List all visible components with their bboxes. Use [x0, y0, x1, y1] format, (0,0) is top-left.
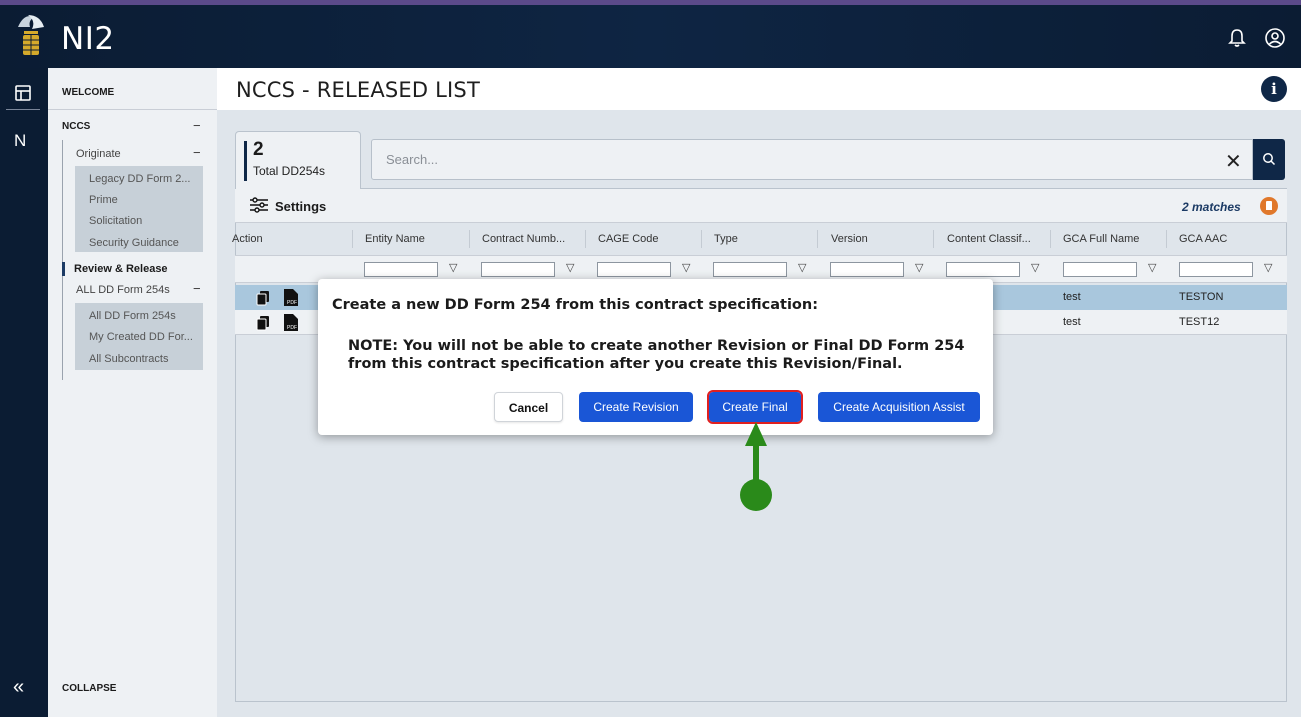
col-version[interactable]: Version	[831, 233, 868, 245]
match-count: 2 matches	[1182, 200, 1241, 214]
copy-icon[interactable]	[255, 290, 271, 306]
search-icon	[1263, 153, 1276, 166]
dialog-note: NOTE: You will not be able to create ano…	[348, 338, 965, 372]
funnel-icon[interactable]: ▽	[915, 261, 923, 274]
col-gca-full-name[interactable]: GCA Full Name	[1063, 233, 1139, 245]
settings-button[interactable]: Settings	[275, 199, 326, 214]
filter-content-classification[interactable]	[946, 262, 1020, 277]
svg-text:PDF: PDF	[287, 325, 297, 331]
sidebar-item-my-created[interactable]: My Created DD For...	[89, 331, 193, 343]
cancel-button[interactable]: Cancel	[494, 392, 563, 422]
sidebar-item-security-guidance[interactable]: Security Guidance	[89, 237, 179, 249]
sidebar-tree-line	[62, 140, 63, 380]
svg-text:PDF: PDF	[287, 300, 297, 306]
sidebar-item-legacy[interactable]: Legacy DD Form 2...	[89, 173, 190, 185]
nccs-nav-icon[interactable]: N	[14, 131, 26, 151]
copy-icon[interactable]	[255, 315, 271, 331]
funnel-icon[interactable]: ▽	[682, 261, 690, 274]
col-divider	[701, 230, 702, 248]
annotation-arrow-icon	[740, 422, 772, 511]
filter-gca-full-name[interactable]	[1063, 262, 1137, 277]
pdf-icon[interactable]: PDF	[283, 288, 299, 307]
close-icon[interactable]: ✕	[1225, 149, 1242, 174]
col-divider	[1050, 230, 1051, 248]
active-indicator	[62, 262, 65, 276]
col-divider	[469, 230, 470, 248]
create-revision-button[interactable]: Create Revision	[579, 392, 693, 422]
search-input[interactable]	[372, 140, 1212, 179]
sidebar: WELCOME NCCS − Originate − Legacy DD For…	[48, 68, 217, 717]
dialog-title: Create a new DD Form 254 from this contr…	[332, 297, 819, 313]
filter-gca-aac[interactable]	[1179, 262, 1253, 277]
pdf-icon[interactable]: PDF	[283, 313, 299, 332]
filter-cage-code[interactable]	[597, 262, 671, 277]
sidebar-item-all-dd254[interactable]: ALL DD Form 254s	[76, 284, 170, 296]
all-dd254-collapse-icon[interactable]: −	[193, 281, 201, 296]
sidebar-item-solicitation[interactable]: Solicitation	[89, 215, 142, 227]
sidebar-item-welcome[interactable]: WELCOME	[62, 87, 114, 98]
app-title: NI2	[61, 21, 115, 57]
funnel-icon[interactable]: ▽	[449, 261, 457, 274]
search-box: ✕	[371, 139, 1253, 180]
user-circle-icon[interactable]	[1264, 27, 1286, 49]
funnel-icon[interactable]: ▽	[1031, 261, 1039, 274]
funnel-icon[interactable]: ▽	[566, 261, 574, 274]
create-dd254-dialog: Create a new DD Form 254 from this contr…	[318, 279, 993, 435]
total-accent-bar	[244, 141, 247, 181]
funnel-icon[interactable]: ▽	[1148, 261, 1156, 274]
agency-seal-logo[interactable]	[14, 9, 48, 65]
col-divider	[352, 230, 353, 248]
total-label: Total DD254s	[253, 164, 326, 178]
settings-toolbar: Settings 2 matches	[235, 189, 1287, 223]
col-content-classification[interactable]: Content Classif...	[947, 233, 1031, 245]
sliders-icon[interactable]	[249, 197, 269, 213]
col-entity-name[interactable]: Entity Name	[365, 233, 425, 245]
col-gca-aac[interactable]: GCA AAC	[1179, 233, 1227, 245]
page-header: NCCS - RELEASED LIST i	[217, 68, 1301, 110]
cell-gca-aac: TEST12	[1179, 316, 1220, 328]
sidebar-item-review-release[interactable]: Review & Release	[74, 263, 168, 275]
filter-type[interactable]	[713, 262, 787, 277]
total-count: 2	[253, 139, 264, 160]
cell-gca-full-name: test	[1063, 316, 1081, 328]
collapse-chevron-icon[interactable]: «	[13, 676, 24, 699]
icon-rail: N «	[0, 68, 48, 717]
col-divider	[1166, 230, 1167, 248]
filter-entity-name[interactable]	[364, 262, 438, 277]
dashboard-icon[interactable]	[14, 84, 32, 102]
funnel-icon[interactable]: ▽	[798, 261, 806, 274]
col-divider	[933, 230, 934, 248]
sidebar-collapse-label[interactable]: COLLAPSE	[62, 683, 116, 694]
filter-contract-number[interactable]	[481, 262, 555, 277]
col-contract-number[interactable]: Contract Numb...	[482, 233, 565, 245]
filter-version[interactable]	[830, 262, 904, 277]
col-action[interactable]: Action	[232, 233, 263, 245]
search-button[interactable]	[1253, 139, 1285, 180]
col-type[interactable]: Type	[714, 233, 738, 245]
total-count-tab: 2 Total DD254s	[235, 131, 361, 189]
sidebar-divider	[48, 109, 217, 110]
bell-icon[interactable]	[1226, 27, 1248, 49]
page-title: NCCS - RELEASED LIST	[236, 78, 480, 102]
info-icon[interactable]: i	[1261, 76, 1287, 102]
create-acquisition-assist-button[interactable]: Create Acquisition Assist	[818, 392, 980, 422]
sidebar-item-all-dd-forms[interactable]: All DD Form 254s	[89, 310, 176, 322]
cell-gca-full-name: test	[1063, 291, 1081, 303]
rail-divider	[6, 109, 40, 110]
create-final-button[interactable]: Create Final	[707, 390, 803, 424]
sidebar-item-prime[interactable]: Prime	[89, 194, 118, 206]
cell-gca-aac: TESTON	[1179, 291, 1224, 303]
bookmark-icon[interactable]	[1260, 197, 1278, 215]
top-header: NI2	[0, 5, 1301, 68]
nccs-collapse-icon[interactable]: −	[193, 118, 201, 133]
col-cage-code[interactable]: CAGE Code	[598, 233, 659, 245]
col-divider	[817, 230, 818, 248]
col-divider	[585, 230, 586, 248]
funnel-icon[interactable]: ▽	[1264, 261, 1272, 274]
originate-collapse-icon[interactable]: −	[193, 145, 201, 160]
sidebar-item-originate[interactable]: Originate	[76, 148, 121, 160]
sidebar-item-all-subcontracts[interactable]: All Subcontracts	[89, 353, 168, 365]
sidebar-item-nccs[interactable]: NCCS	[62, 121, 90, 132]
